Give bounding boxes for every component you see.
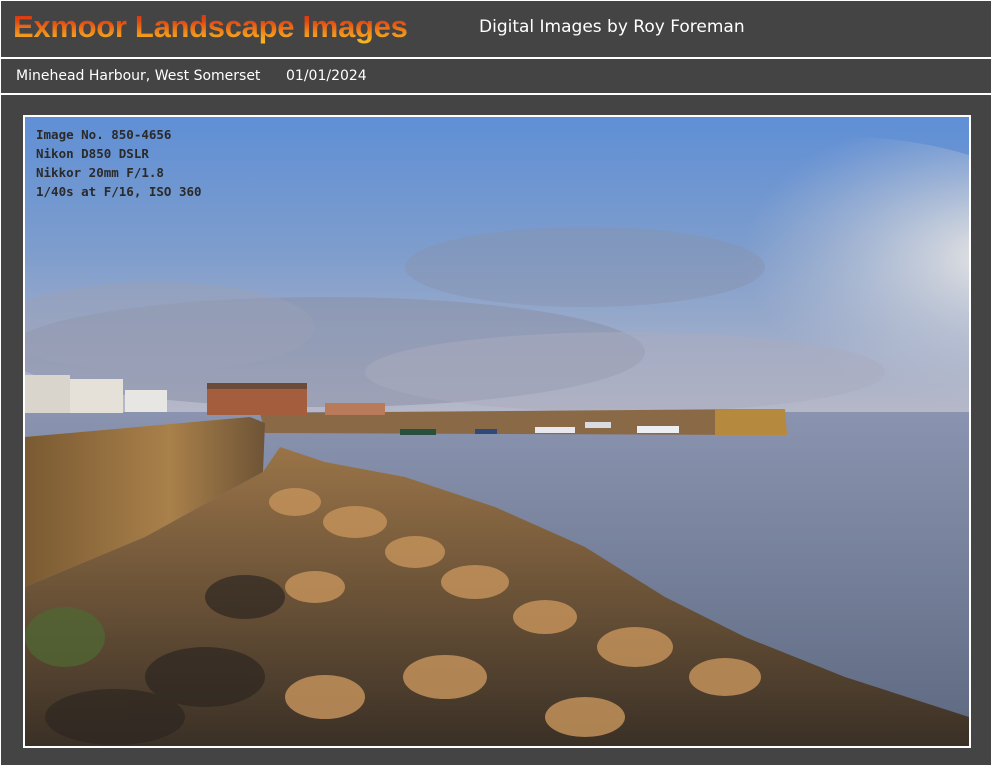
main-panel: Image No. 850-4656 Nikon D850 DSLR Nikko… <box>1 95 991 765</box>
exposure-settings: 1/40s at F/16, ISO 360 <box>36 184 202 199</box>
image-number: Image No. 850-4656 <box>36 127 172 142</box>
page: Exmoor Landscape Images Digital Images b… <box>0 0 993 767</box>
site-subtitle: Digital Images by Roy Foreman <box>479 17 745 37</box>
landscape-photo[interactable]: Image No. 850-4656 Nikon D850 DSLR Nikko… <box>23 115 971 748</box>
image-caption-bar: Minehead Harbour, West Somerset 01/01/20… <box>1 59 991 93</box>
site-header: Exmoor Landscape Images Digital Images b… <box>1 1 991 57</box>
exif-info: Image No. 850-4656 Nikon D850 DSLR Nikko… <box>36 125 202 201</box>
site-title[interactable]: Exmoor Landscape Images <box>13 9 408 45</box>
photo-image <box>25 117 969 746</box>
image-date: 01/01/2024 <box>286 68 367 84</box>
camera-model: Nikon D850 DSLR <box>36 146 149 161</box>
lens-model: Nikkor 20mm F/1.8 <box>36 165 164 180</box>
image-location: Minehead Harbour, West Somerset <box>16 68 261 84</box>
